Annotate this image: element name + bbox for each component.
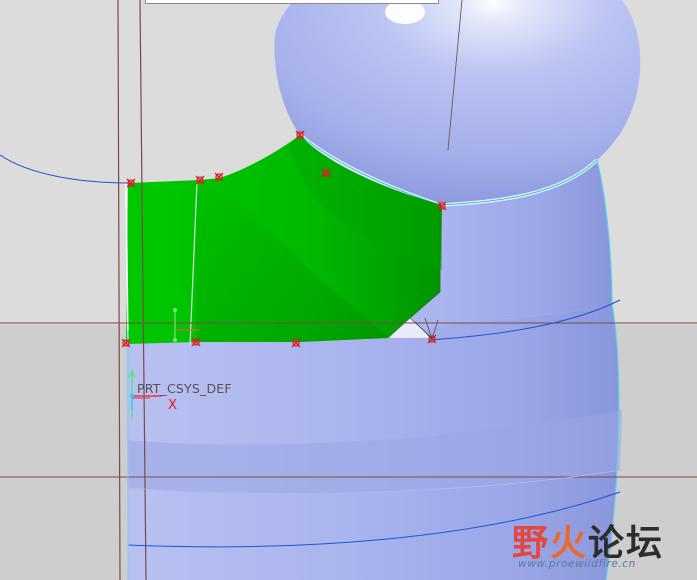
vertex-marker[interactable]	[126, 178, 136, 188]
vertex-marker[interactable]	[321, 168, 331, 178]
csys-label[interactable]: PRT_CSYS_DEF	[137, 381, 232, 396]
vertex-marker[interactable]	[195, 175, 205, 185]
model-scene[interactable]	[0, 0, 697, 580]
vertex-marker[interactable]	[191, 337, 201, 347]
x-axis-label: X	[168, 398, 177, 413]
vertex-marker[interactable]	[437, 201, 447, 211]
vertex-marker[interactable]	[291, 338, 301, 348]
vertex-marker[interactable]	[121, 338, 131, 348]
model-viewport[interactable]: PRT_CSYS_DEF X 野火论坛 www.proewildfire.cn	[0, 0, 697, 580]
vertex-marker[interactable]	[214, 172, 224, 182]
top-panel-edge	[145, 0, 439, 4]
vertex-marker[interactable]	[295, 130, 305, 140]
watermark-url: www.proewildfire.cn	[518, 558, 636, 570]
watermark: 野火论坛 www.proewildfire.cn	[512, 514, 692, 576]
